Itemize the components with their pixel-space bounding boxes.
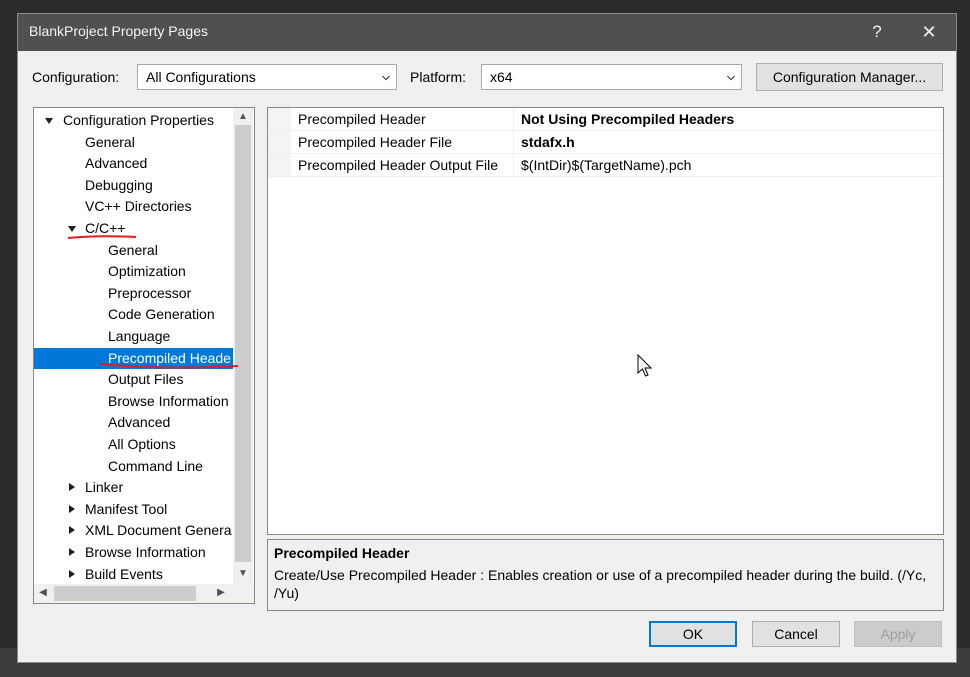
- category-tree[interactable]: Configuration Properties General Advanced D…: [33, 107, 255, 604]
- tree-item[interactable]: Manifest Tool: [34, 499, 232, 520]
- tree-item-label: Browse Information: [85, 544, 206, 560]
- platform-value: x64: [490, 69, 513, 85]
- tree-item-label: VC++ Directories: [85, 198, 192, 215]
- close-button[interactable]: ✕: [916, 19, 942, 45]
- scroll-down-icon[interactable]: ▼: [236, 567, 250, 581]
- tree-item[interactable]: Preprocessor: [34, 283, 232, 304]
- tree-item[interactable]: Browse Information: [34, 391, 232, 412]
- column-separator: [513, 131, 514, 153]
- collapse-triangle-icon[interactable]: [69, 483, 75, 492]
- cancel-button[interactable]: Cancel: [752, 621, 840, 647]
- tree-item-label: Debugging: [85, 176, 153, 193]
- column-separator: [513, 108, 514, 130]
- tree-horizontal-scrollbar[interactable]: ◀ ▶: [34, 584, 254, 603]
- tree-item[interactable]: Advanced: [34, 412, 232, 433]
- description-text: Create/Use Precompiled Header : Enables …: [274, 567, 927, 601]
- tree-item-label: Advanced: [108, 414, 171, 431]
- tree-item[interactable]: Build Events: [34, 564, 232, 585]
- description-title: Precompiled Header: [274, 545, 410, 561]
- tree-item-label: Output Files: [108, 371, 184, 388]
- tree-vertical-scroll-thumb[interactable]: [235, 125, 251, 562]
- red-underline-annotation: [67, 235, 137, 239]
- tree-item[interactable]: General: [34, 132, 232, 153]
- column-separator: [513, 154, 514, 176]
- tree-item-label: Command Line: [108, 457, 203, 474]
- help-button[interactable]: ?: [864, 19, 890, 45]
- property-name: Precompiled Header Output File: [298, 157, 498, 173]
- tree-item-label: Code Generation: [108, 306, 215, 323]
- tree-item[interactable]: Debugging: [34, 175, 232, 196]
- description-panel: Precompiled Header Create/Use Precompile…: [267, 539, 944, 611]
- scroll-up-icon[interactable]: ▲: [236, 110, 250, 124]
- property-row[interactable]: Precompiled Header Not Using Precompiled …: [268, 108, 943, 131]
- window-title: BlankProject Property Pages: [29, 23, 208, 39]
- property-pages-dialog: BlankProject Property Pages ? ✕ Configur…: [17, 13, 957, 663]
- red-underline-annotation: [99, 363, 239, 369]
- row-gutter: [268, 108, 291, 130]
- collapse-triangle-icon[interactable]: [69, 548, 75, 556]
- tree-item-label: Preprocessor: [108, 284, 192, 301]
- tree-item[interactable]: VC++ Directories: [34, 196, 232, 217]
- property-value[interactable]: stdafx.h: [521, 134, 575, 150]
- property-value[interactable]: Not Using Precompiled Headers: [521, 111, 734, 127]
- tree-item-label: Browse Information: [108, 392, 229, 409]
- tree-item-label: Configuration Properties: [63, 112, 214, 128]
- tree-item-label: XML Document Genera: [85, 522, 232, 539]
- row-gutter: [268, 131, 291, 153]
- property-name: Precompiled Header File: [298, 134, 453, 150]
- tree-item-label: Manifest Tool: [85, 500, 168, 517]
- configuration-value: All Configurations: [146, 69, 256, 85]
- tree-item[interactable]: Output Files: [34, 369, 232, 390]
- configuration-label: Configuration:: [32, 69, 120, 85]
- tree-item-label: Linker: [85, 479, 124, 496]
- tree-item-label: All Options: [108, 436, 176, 452]
- tree-item[interactable]: Advanced: [34, 153, 232, 174]
- platform-dropdown[interactable]: x64: [481, 64, 742, 90]
- tree-item-label: Build Events: [85, 565, 163, 582]
- scroll-left-icon[interactable]: ◀: [36, 586, 50, 600]
- collapse-triangle-icon[interactable]: [69, 569, 75, 578]
- property-row[interactable]: Precompiled Header File stdafx.h: [268, 131, 943, 154]
- property-row[interactable]: Precompiled Header Output File $(IntDir)$…: [268, 154, 943, 177]
- tree-item[interactable]: Command Line: [34, 456, 232, 477]
- tree-item-label: Language: [108, 328, 171, 344]
- property-grid: Precompiled Header Not Using Precompiled …: [267, 107, 944, 535]
- platform-label: Platform:: [410, 69, 467, 85]
- collapse-triangle-icon[interactable]: [69, 504, 75, 513]
- title-bar: BlankProject Property Pages ? ✕: [18, 14, 956, 51]
- tree-item[interactable]: Code Generation: [34, 304, 232, 325]
- configuration-manager-button[interactable]: Configuration Manager...: [756, 63, 943, 91]
- tree-item[interactable]: Browse Information: [34, 542, 232, 563]
- configuration-dropdown[interactable]: All Configurations: [137, 64, 397, 90]
- tree-item[interactable]: General: [34, 240, 232, 261]
- tree-vertical-scrollbar[interactable]: ▲ ▼: [233, 108, 253, 584]
- tree-item[interactable]: XML Document Genera: [34, 520, 232, 541]
- tree-item-label: Advanced: [85, 155, 148, 172]
- property-value[interactable]: $(IntDir)$(TargetName).pch: [521, 157, 691, 173]
- collapse-triangle-icon[interactable]: [69, 526, 75, 535]
- apply-button[interactable]: Apply: [854, 621, 942, 647]
- tree-item[interactable]: Language: [34, 326, 232, 347]
- ok-button[interactable]: OK: [649, 621, 737, 647]
- tree-item-label: General: [108, 241, 158, 258]
- chevron-down-icon: [382, 75, 390, 81]
- scroll-right-icon[interactable]: ▶: [214, 586, 228, 600]
- tree-horizontal-scroll-thumb[interactable]: [54, 586, 196, 601]
- property-name: Precompiled Header: [298, 111, 426, 127]
- expand-triangle-icon[interactable]: [45, 118, 53, 124]
- tree-item-label: General: [85, 133, 135, 150]
- row-gutter: [268, 154, 291, 176]
- tree-item[interactable]: Configuration Properties: [34, 110, 232, 131]
- tree-item[interactable]: All Options: [34, 434, 232, 455]
- chevron-down-icon: [727, 75, 735, 81]
- tree-item[interactable]: Optimization: [34, 261, 232, 282]
- tree-item-label: Optimization: [108, 263, 186, 280]
- tree-item[interactable]: Linker: [34, 477, 232, 498]
- mouse-cursor-icon: [637, 354, 653, 377]
